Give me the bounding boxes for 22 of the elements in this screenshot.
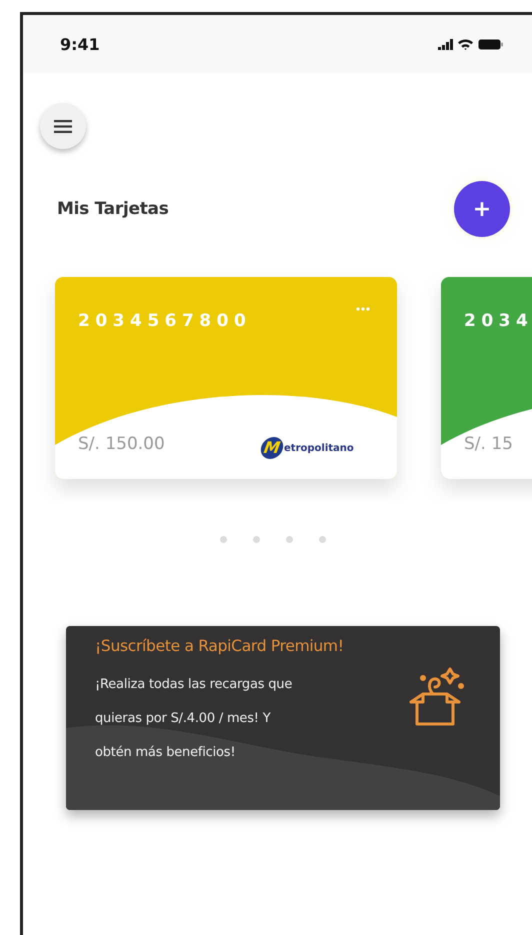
more-icon[interactable] [356, 307, 370, 311]
add-card-button[interactable]: + [454, 181, 510, 237]
card-number: 2034567800 [78, 311, 252, 331]
battery-icon [478, 38, 503, 50]
status-time: 9:41 [60, 34, 100, 54]
page-dot[interactable] [286, 536, 292, 543]
page-dot[interactable] [220, 536, 226, 543]
signal-icon [438, 38, 453, 50]
section-title: Mis Tarjetas [57, 199, 169, 219]
logo-text: etropolitano [284, 442, 354, 454]
page-dot[interactable] [252, 536, 260, 543]
transit-card[interactable]: 2034567800 S/. 150.00 M etropolitano [55, 277, 397, 479]
page-dot[interactable] [318, 536, 326, 543]
promo-text: ¡Realiza todas las recargas que quieras por S/.4.00 / mes! Y obtén más beneficios! [95, 676, 292, 762]
card-balance: S/. 150.00 [78, 434, 165, 454]
menu-button[interactable] [40, 103, 86, 149]
card-balance: S/. 15 [464, 434, 513, 454]
promo-banner[interactable]: ¡Suscríbete a RapiCard Premium! ¡Realiza todas las recargas que quieras por S/.4.00 / mes! Y obtén más beneficios! [66, 626, 500, 810]
menu-icon [54, 120, 72, 132]
card-number: 2034 [464, 311, 532, 331]
promo-title: ¡Suscríbete a RapiCard Premium! [95, 637, 344, 655]
wifi-icon [458, 38, 473, 50]
